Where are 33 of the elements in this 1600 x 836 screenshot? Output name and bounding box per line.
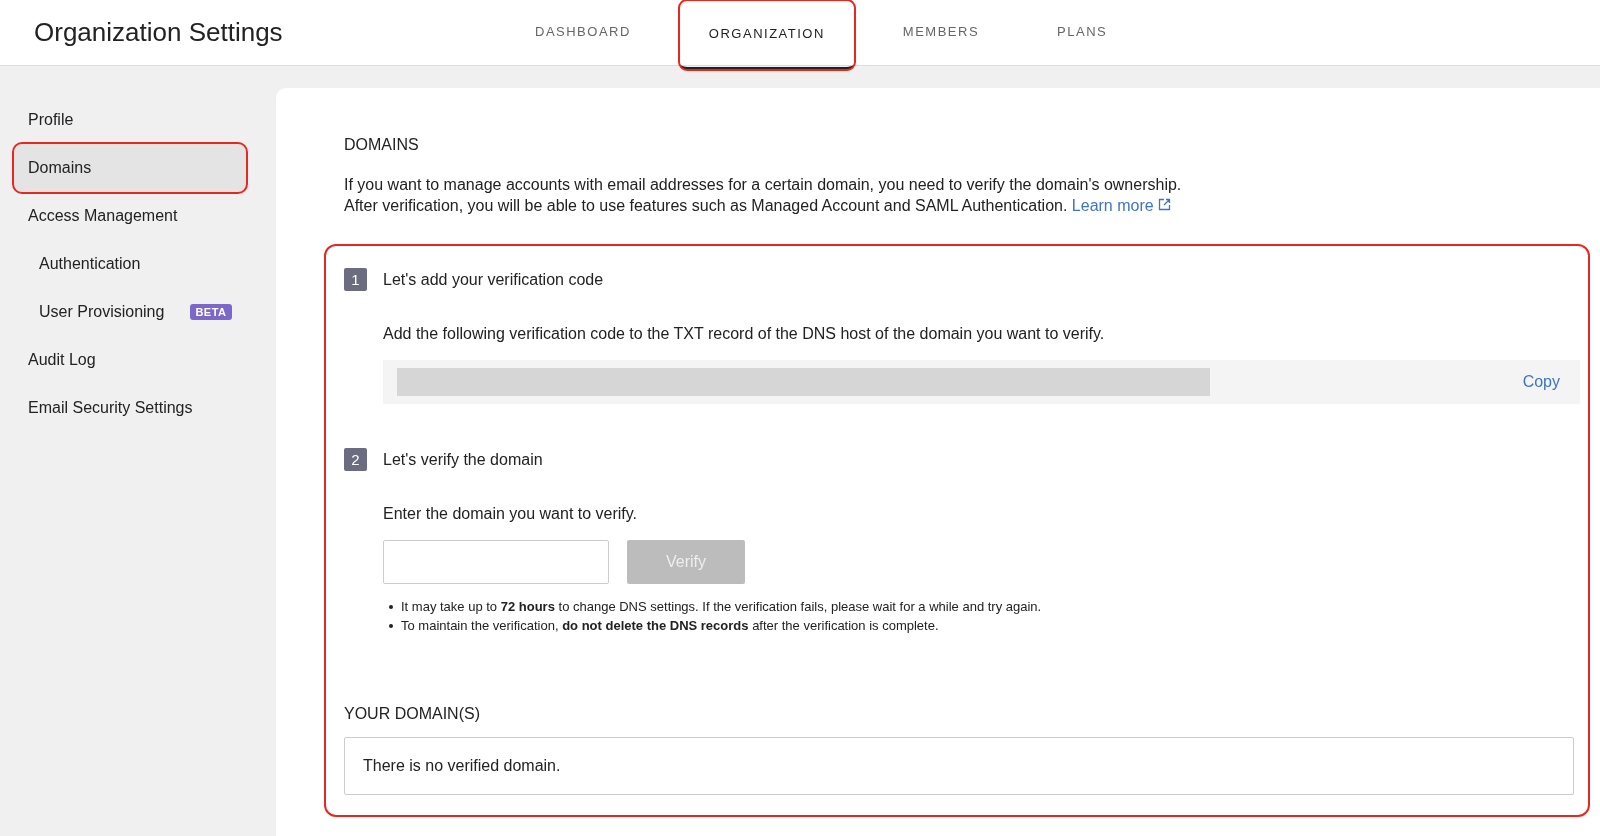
nav-tab[interactable]: MEMBERS: [872, 0, 1010, 65]
item-label: User Provisioning: [39, 303, 165, 321]
copy-link[interactable]: Copy: [1522, 373, 1560, 391]
learn-more-link[interactable]: Learn more: [1071, 197, 1172, 214]
beta-badge: BETA: [190, 304, 232, 320]
page-title: Organization Settings: [34, 17, 284, 48]
sidebar-item[interactable]: Profile: [14, 96, 246, 144]
sidebar-item[interactable]: User Provisioning BETA: [14, 288, 246, 336]
external-link-icon: [1158, 198, 1172, 211]
sidebar-item[interactable]: Domains: [14, 144, 246, 192]
step-title: Let's add your verification code: [383, 270, 604, 289]
bullet-icon: [389, 605, 393, 610]
step-title: Let's verify the domain: [383, 450, 543, 469]
nav-tab[interactable]: DASHBOARD: [505, 0, 661, 65]
section-heading: YOUR DOMAIN(S): [344, 705, 481, 723]
note-text: It may take up to 72 hours to change DNS settings. If the verification fails, please wait for a while and try again.: [401, 598, 1042, 616]
section-heading: DOMAINS: [344, 136, 420, 154]
step-description: Add the following verification code to the TXT record of the DNS host of the domain you want to verify.: [383, 324, 1106, 344]
step-description: Enter the domain you want to verify.: [383, 504, 639, 524]
sidebar-item[interactable]: Audit Log: [14, 336, 246, 384]
sidebar-item[interactable]: Access Management: [14, 192, 246, 240]
bullet-icon: [389, 623, 393, 628]
step-number: 1: [344, 268, 367, 291]
intro-text: After verification, you will be able to use features such as Managed Account and SAML Authentication. Learn more: [344, 195, 1588, 216]
sidebar-item[interactable]: Email Security Settings: [14, 384, 246, 432]
intro-text: If you want to manage accounts with email addresses for a certain domain, you need to verify the domain's ownership.: [344, 175, 1183, 195]
step-number: 2: [344, 448, 367, 471]
sidebar-item[interactable]: Authentication: [14, 240, 246, 288]
note-text: To maintain the verification, do not delete the DNS records after the verification is complete.: [401, 616, 939, 635]
nav-tab[interactable]: ORGANIZATION: [678, 0, 855, 70]
domain-input-field[interactable]: [383, 540, 609, 584]
empty-message: There is no verified domain.: [363, 757, 561, 775]
nav-tab[interactable]: PLANS: [1027, 0, 1138, 65]
